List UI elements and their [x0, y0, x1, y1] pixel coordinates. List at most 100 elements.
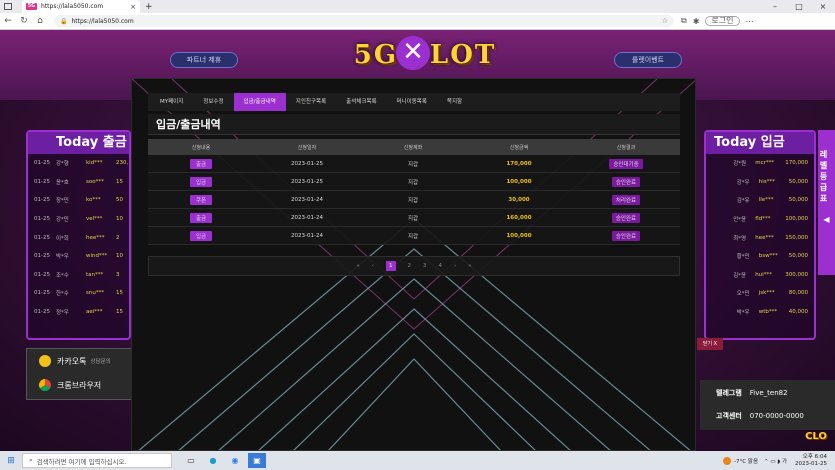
roulette-event-button[interactable]: 룰렛이벤트: [614, 52, 682, 68]
withdraw-date: 01-25: [34, 160, 50, 167]
home-icon[interactable]: ⌂: [32, 16, 48, 26]
deposit-row: 안*윤 fld*** 100,000: [706, 210, 814, 229]
deposit-row: 강*원 mcr*** 170,000: [706, 154, 814, 173]
weather-text: -7°C 맑음: [734, 458, 759, 465]
profile-login-button[interactable]: 로그인: [705, 16, 740, 26]
modal-tab[interactable]: 입금/출금내역: [233, 93, 286, 111]
browser-tools: ⧉ ✱ 로그인 ⋯: [678, 16, 757, 26]
deposit-amount: 100,000: [785, 216, 808, 223]
windows-taskbar: ⊞ ⌕ 검색하려면 여기에 입력하십시오. ▭ ● ◉ ▣ -7°C 맑음 ⌃ …: [0, 451, 835, 470]
tray-icons[interactable]: ⌃ ▭ ◗ 가: [764, 457, 787, 465]
today-withdraw-panel: Today 출금 01-25 강*형 kid*** 230, 01-25 윤*호 soo**…: [26, 130, 131, 340]
deposit-name: 박*우: [736, 310, 750, 317]
chrome-label: 크롬브라우저: [57, 380, 102, 390]
deposit-amount: 50,000: [788, 197, 808, 204]
deposit-name: 안*윤: [733, 217, 747, 224]
new-tab-icon[interactable]: +: [145, 2, 153, 12]
table-header: 신청내용 신청일자 신청계좌 신청금액 신청결과: [148, 139, 680, 155]
page-link[interactable]: 2: [408, 263, 412, 269]
minimize-icon[interactable]: –: [763, 0, 787, 13]
modal-tab[interactable]: 머니이동목록: [387, 93, 437, 111]
edge-icon[interactable]: ●: [204, 453, 222, 468]
corner-logo-badge[interactable]: CLO: [800, 425, 832, 449]
more-menu-icon[interactable]: ⋯: [746, 17, 754, 26]
section-title: 입금/출금내역: [148, 114, 680, 135]
level-arrow-icon: ◀: [823, 215, 830, 224]
withdraw-name: 조*수: [56, 272, 69, 279]
column-header: 신청결과: [616, 144, 636, 151]
refresh-icon[interactable]: ↻: [16, 16, 32, 26]
page-link[interactable]: »: [468, 263, 471, 269]
page-link[interactable]: 3: [423, 263, 427, 269]
result-cell: 처리완료: [572, 194, 680, 205]
deposit-id: jsk***: [758, 290, 775, 297]
clock[interactable]: 오후 6:04 2023-01-25: [795, 454, 827, 468]
page-link[interactable]: «: [356, 263, 359, 269]
page-link[interactable]: 4: [439, 263, 443, 269]
url-field[interactable]: 🔒 https://lala5050.com ☆: [54, 15, 674, 27]
withdraw-row: 01-25 이*희 hee*** 2: [28, 228, 129, 247]
withdraw-name: 강*민: [56, 217, 69, 224]
result-cell: 승인완료: [572, 176, 680, 187]
clock-date: 2023-01-25: [795, 460, 827, 467]
window-menu-icon[interactable]: [4, 3, 12, 10]
telegram-row[interactable]: 텔레그램 Five_ten82: [700, 383, 835, 403]
modal-tab[interactable]: 쪽지함: [437, 93, 472, 111]
modal-tab[interactable]: MY페이지: [150, 93, 193, 111]
deposit-amount: 80,000: [788, 290, 808, 297]
modal-tab[interactable]: 출석체크목록: [336, 93, 386, 111]
withdraw-id: tan***: [86, 271, 104, 278]
withdraw-id: soo***: [86, 178, 104, 185]
app-taskbar-icon[interactable]: ▣: [248, 453, 266, 468]
favorite-star-icon[interactable]: ☆: [662, 17, 668, 25]
withdraw-amount: 230,: [116, 160, 129, 167]
chrome-taskbar-icon[interactable]: ◉: [226, 453, 244, 468]
result-badge: 승인완료: [611, 212, 641, 223]
page-link[interactable]: ‹: [372, 263, 374, 269]
back-icon[interactable]: ←: [0, 16, 16, 26]
column-header: 신청금액: [509, 144, 529, 151]
extensions-icon[interactable]: ✱: [693, 17, 700, 26]
page-link[interactable]: ›: [454, 263, 456, 269]
windows-start-icon[interactable]: ⊞: [0, 456, 22, 466]
result-badge: 승인대기중: [609, 158, 643, 169]
close-window-icon[interactable]: ×: [811, 0, 835, 13]
result-badge: 처리완료: [611, 194, 641, 205]
modal-close-button[interactable]: ✕: [396, 36, 430, 70]
modal-tab[interactable]: 정보수정: [193, 93, 233, 111]
amount-cell: 100,000: [506, 178, 532, 185]
withdraw-name: 강*형: [56, 161, 69, 168]
level-table-tab[interactable]: 레벨등급표 ◀: [818, 130, 835, 275]
chrome-contact[interactable]: 크롬브라우저: [27, 373, 133, 397]
withdraw-id: vel***: [86, 216, 103, 223]
page-link[interactable]: 1: [386, 261, 396, 271]
date-cell: 2023-01-24: [291, 232, 323, 239]
account-cell: 지갑: [407, 215, 419, 222]
modal-tab[interactable]: 지인친구목록: [286, 93, 336, 111]
kakao-contact[interactable]: 카카오톡 상담문의: [27, 349, 133, 373]
withdraw-name: 박*우: [56, 254, 69, 261]
withdraw-date: 01-25: [34, 178, 50, 185]
deposit-id: wtb***: [758, 309, 778, 316]
service-value: 070-0000-0000: [749, 412, 804, 420]
maximize-icon[interactable]: □: [787, 0, 811, 13]
url-text: https://lala5050.com: [71, 17, 134, 25]
amount-cell: 30,000: [508, 196, 530, 203]
type-badge: 쿠폰: [189, 194, 213, 205]
taskbar-search[interactable]: ⌕ 검색하려면 여기에 입력하십시오.: [22, 453, 172, 468]
level-table-label: 레벨등급표: [819, 150, 828, 205]
deposit-name: 강*원: [733, 161, 747, 168]
modal-tabs: MY페이지 정보수정 입금/출금내역 지인친구목록 출석체크목록 머니이동목록 쪽지함: [148, 93, 680, 111]
withdraw-amount: 10: [116, 253, 123, 260]
deposit-row: 강*우 his*** 50,000: [706, 173, 814, 192]
kakao-label: 카카오톡: [57, 356, 87, 366]
partner-button[interactable]: 파트너 제휴: [170, 52, 238, 68]
close-tag-button[interactable]: 닫기 X: [697, 338, 723, 350]
browser-tab[interactable]: 5G https://lala5050.com ×: [22, 0, 140, 13]
collections-icon[interactable]: ⧉: [681, 16, 687, 26]
close-tab-icon[interactable]: ×: [130, 3, 136, 11]
task-view-icon[interactable]: ▭: [182, 453, 200, 468]
service-row[interactable]: 고객센터 070-0000-0000: [700, 406, 835, 426]
type-cell: 출금: [148, 158, 254, 169]
deposit-id: hui***: [755, 271, 772, 278]
